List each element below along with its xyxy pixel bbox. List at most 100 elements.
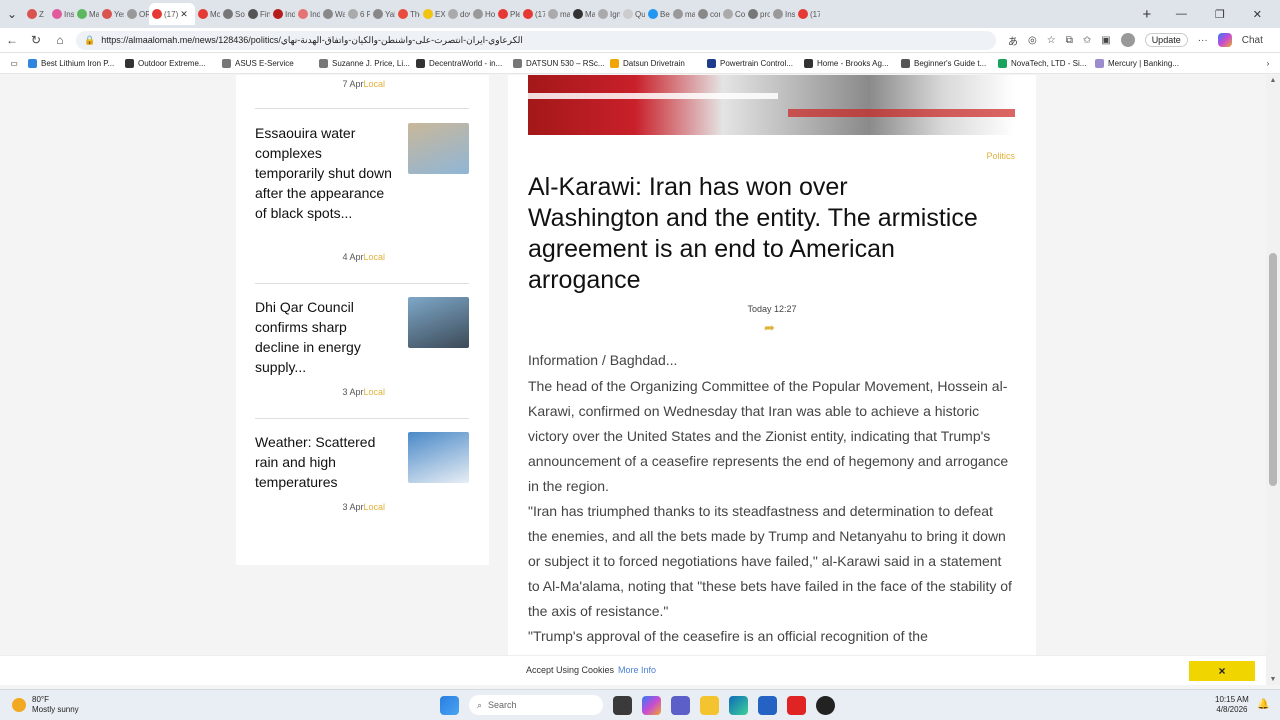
- news-item-title[interactable]: Essaouira water complexes temporarily sh…: [255, 123, 395, 223]
- bookmark-item[interactable]: NovaTech, LTD - Si...: [998, 58, 1095, 68]
- bookmark-item[interactable]: Beginner's Guide t...: [901, 58, 998, 68]
- profile-avatar[interactable]: [1120, 33, 1135, 47]
- browser-tab[interactable]: Ma: [74, 3, 99, 25]
- tab-label: Yes: [114, 9, 124, 19]
- bookmark-item[interactable]: Home - Brooks Ag...: [804, 58, 901, 68]
- browser-tab[interactable]: ma: [670, 3, 695, 25]
- bookmarks-overflow-icon[interactable]: ›: [1256, 59, 1280, 68]
- browser-tab[interactable]: Yah: [370, 3, 395, 25]
- tab-favicon-icon: [423, 9, 433, 19]
- news-item-thumbnail[interactable]: [408, 297, 469, 348]
- browser-tab[interactable]: ma: [545, 3, 570, 25]
- more-menu-icon[interactable]: ···: [1198, 35, 1208, 46]
- edge-icon[interactable]: [729, 695, 748, 715]
- close-window-icon[interactable]: ✕: [1253, 8, 1262, 21]
- tab-label: Con: [735, 9, 745, 19]
- news-item-title[interactable]: Dhi Qar Council confirms sharp decline i…: [255, 297, 395, 377]
- scrollbar-thumb[interactable]: [1269, 253, 1277, 486]
- browser-tab[interactable]: OR: [124, 3, 149, 25]
- task-view-icon[interactable]: [613, 695, 632, 715]
- browser-tab[interactable]: prof: [745, 3, 770, 25]
- browser-tab[interactable]: EXC: [420, 3, 445, 25]
- bookmark-item[interactable]: Powertrain Control...: [707, 58, 804, 68]
- browser-tab[interactable]: Bes: [645, 3, 670, 25]
- tab-close-icon[interactable]: ✕: [180, 9, 188, 20]
- maximize-icon[interactable]: ❐: [1215, 8, 1225, 21]
- chat-label[interactable]: Chat: [1242, 35, 1263, 46]
- browser-tab[interactable]: Fina: [245, 3, 270, 25]
- teams-icon[interactable]: [671, 695, 690, 715]
- favorites-icon[interactable]: ✩: [1083, 35, 1091, 46]
- browser-tab[interactable]: Indi: [270, 3, 295, 25]
- copilot-app-icon[interactable]: [642, 695, 661, 715]
- browser-tab[interactable]: Ign: [595, 3, 620, 25]
- browser-tab[interactable]: 6 P: [345, 3, 370, 25]
- file-explorer-icon[interactable]: [700, 695, 719, 715]
- browser-tab[interactable]: Ind: [295, 3, 320, 25]
- browser-tab[interactable]: Con: [720, 3, 745, 25]
- favorite-star-icon[interactable]: ☆: [1047, 35, 1056, 46]
- article-category-link[interactable]: Politics: [986, 151, 1015, 161]
- notification-bell-icon[interactable]: 🔔: [1257, 699, 1269, 710]
- share-arrow-icon[interactable]: ➦: [764, 320, 775, 336]
- bookmark-item[interactable]: Outdoor Extreme...: [125, 58, 222, 68]
- item-category[interactable]: Local: [363, 252, 385, 262]
- browser-tab[interactable]: Mai: [570, 3, 595, 25]
- reload-icon[interactable]: ↻: [24, 33, 48, 47]
- bookmark-item[interactable]: Suzanne J. Price, Li...: [319, 58, 416, 68]
- cookie-close-button[interactable]: ×: [1189, 661, 1255, 681]
- browser-tab[interactable]: Wal: [320, 3, 345, 25]
- browser-tab[interactable]: Sou: [220, 3, 245, 25]
- browser-tab[interactable]: Yes: [99, 3, 124, 25]
- home-icon[interactable]: ⌂: [48, 33, 72, 47]
- item-category[interactable]: Local: [363, 79, 385, 89]
- browser-tab[interactable]: Z: [24, 3, 49, 25]
- browser-tab[interactable]: Mc: [195, 3, 220, 25]
- extensions-icon[interactable]: ⧉: [1066, 35, 1073, 46]
- page-scrollbar[interactable]: ▲ ▼: [1266, 75, 1280, 685]
- new-tab-button[interactable]: +: [1136, 6, 1158, 23]
- browser-tab[interactable]: (17) ✕: [149, 3, 195, 25]
- item-category[interactable]: Local: [363, 502, 385, 512]
- store-icon[interactable]: [758, 695, 777, 715]
- browser-tab[interactable]: dov: [445, 3, 470, 25]
- bookmark-item[interactable]: Best Lithium Iron P...: [28, 58, 125, 68]
- url-field[interactable]: 🔒 https://almaalomah.me/news/128436/poli…: [76, 30, 996, 50]
- browser-tab[interactable]: Hov: [470, 3, 495, 25]
- browser-tab[interactable]: Ple: [495, 3, 520, 25]
- taskbar-search[interactable]: ⌕ Search: [469, 695, 603, 715]
- news-item-title[interactable]: Weather: Scattered rain and high tempera…: [255, 432, 395, 492]
- bookmark-item[interactable]: DATSUN 530 – RSc...: [513, 58, 610, 68]
- browser-tab[interactable]: con: [695, 3, 720, 25]
- copilot-icon[interactable]: [1217, 33, 1232, 47]
- browser-tab[interactable]: (17): [520, 3, 545, 25]
- scroll-up-icon[interactable]: ▲: [1266, 77, 1280, 84]
- browser-tab[interactable]: Ins: [770, 3, 795, 25]
- bookmark-item[interactable]: Datsun Drivetrain: [610, 58, 707, 68]
- browser-tab[interactable]: (17): [795, 3, 820, 25]
- browser-tab[interactable]: The: [395, 3, 420, 25]
- scroll-down-icon[interactable]: ▼: [1266, 676, 1280, 683]
- start-icon[interactable]: [440, 695, 459, 715]
- bookmark-folder-icon[interactable]: ▭: [0, 59, 28, 68]
- cookie-more-info-link[interactable]: More Info: [618, 665, 656, 675]
- tab-list-chevron-icon[interactable]: ⌄: [0, 7, 24, 21]
- bookmark-item[interactable]: DecentraWorld - in...: [416, 58, 513, 68]
- collections-icon[interactable]: ▣: [1101, 35, 1110, 46]
- system-clock[interactable]: 10:15 AM 4/8/2026: [1215, 695, 1249, 715]
- item-category[interactable]: Local: [363, 387, 385, 397]
- youtube-icon[interactable]: [787, 695, 806, 715]
- browser-tab[interactable]: Ins: [49, 3, 74, 25]
- update-button[interactable]: Update: [1144, 33, 1188, 47]
- translate-icon[interactable]: あ: [1008, 33, 1018, 48]
- media-player-icon[interactable]: [816, 695, 835, 715]
- news-item-thumbnail[interactable]: [408, 123, 469, 174]
- bookmark-item[interactable]: ASUS E-Service: [222, 58, 319, 68]
- browser-tab[interactable]: Qu: [620, 3, 645, 25]
- weather-widget[interactable]: 80°F Mostly sunny: [12, 695, 79, 715]
- bookmark-item[interactable]: Mercury | Banking...: [1095, 58, 1192, 68]
- minimize-icon[interactable]: —: [1176, 8, 1187, 21]
- news-item-thumbnail[interactable]: [408, 432, 469, 483]
- back-icon[interactable]: ←: [0, 33, 24, 47]
- read-aloud-icon[interactable]: ◎: [1028, 35, 1037, 46]
